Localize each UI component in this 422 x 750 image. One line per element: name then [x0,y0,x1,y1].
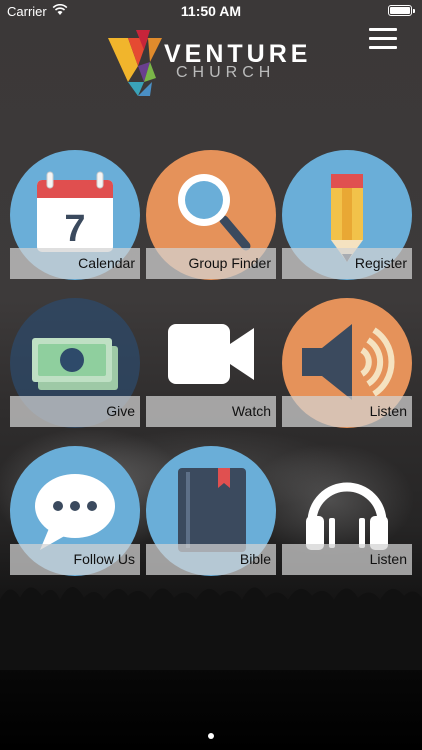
status-bar: Carrier 11:50 AM [0,0,422,22]
tile-listen-headphones[interactable]: Listen [282,446,412,576]
tile-label: Follow Us [10,544,140,575]
tile-follow-us[interactable]: Follow Us [10,446,140,576]
status-time: 11:50 AM [180,3,242,19]
crowd-silhouette [0,586,422,670]
tile-listen-audio[interactable]: Listen [282,298,412,428]
tile-calendar[interactable]: 7 Calendar [10,150,140,280]
tile-register[interactable]: Register [282,150,412,280]
tile-bible[interactable]: Bible [146,446,276,576]
tile-label: Calendar [10,248,140,279]
tile-label: Listen [282,396,412,427]
tile-label: Give [10,396,140,427]
tile-label: Register [282,248,412,279]
hamburger-menu-icon[interactable] [369,28,397,52]
tile-label: Watch [146,396,276,427]
home-screen: Carrier 11:50 AM VENTURE CHURCH 7 Calend… [0,0,422,750]
page-indicator-dot[interactable] [208,733,214,739]
tile-group-finder[interactable]: Group Finder [146,150,276,280]
tile-label: Bible [146,544,276,575]
battery-icon [388,5,415,16]
tile-give[interactable]: Give [10,298,140,428]
tile-watch[interactable]: Watch [146,298,276,428]
tile-label: Group Finder [146,248,276,279]
logo-subtitle: CHURCH [176,64,276,81]
tile-label: Listen [282,544,412,575]
svg-text:7: 7 [64,208,85,250]
